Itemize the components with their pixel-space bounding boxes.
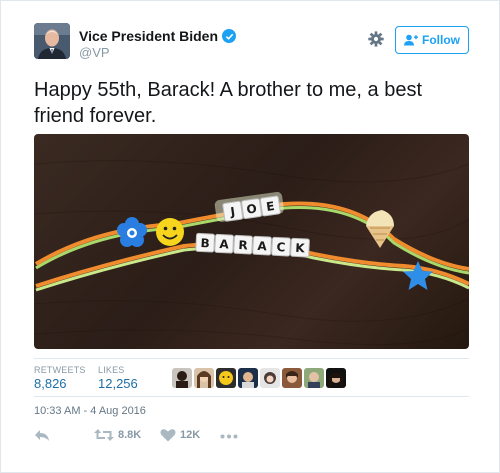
avatar-image: [34, 23, 70, 59]
liker-avatar[interactable]: [326, 368, 346, 388]
liker-avatar[interactable]: [238, 368, 258, 388]
bead-letter: A: [257, 239, 268, 254]
reply-icon: [35, 430, 49, 441]
liker-avatar[interactable]: [172, 368, 192, 388]
bead-letter: K: [295, 241, 306, 256]
liker-avatar[interactable]: [260, 368, 280, 388]
more-dots-icon: [220, 434, 238, 439]
display-name[interactable]: Vice President Biden: [79, 28, 218, 44]
bracelet-photo-image: J O E B A R A C K: [34, 160, 469, 346]
heart-icon: [160, 429, 176, 442]
retweets-count[interactable]: 8,826: [34, 376, 67, 391]
barack-beads: B A R A C K: [195, 232, 310, 258]
user-handle[interactable]: @VP: [79, 45, 110, 60]
retweet-button[interactable]: 8.8K: [94, 428, 141, 442]
flower-bead: [117, 217, 147, 247]
add-user-icon: [404, 34, 418, 46]
follow-button-label: Follow: [422, 33, 460, 47]
gear-icon[interactable]: [367, 30, 385, 48]
likes-label: LIKES: [98, 365, 125, 375]
bead-letter: A: [219, 237, 230, 252]
follow-button[interactable]: Follow: [395, 26, 469, 54]
cone-bead: [366, 210, 394, 248]
tweet-text: Happy 55th, Barack! A brother to me, a b…: [34, 79, 422, 127]
tweet-card: Vice President Biden @VP Follow Happy 55…: [0, 0, 500, 473]
liker-avatars: [172, 368, 346, 388]
like-button[interactable]: 12K: [160, 428, 200, 442]
liker-avatar[interactable]: [282, 368, 302, 388]
bead-letter: O: [246, 201, 258, 216]
liker-avatar[interactable]: [216, 368, 236, 388]
like-action-count: 12K: [180, 429, 201, 441]
reply-button[interactable]: [34, 428, 50, 442]
retweet-icon: [94, 429, 114, 441]
bead-letter: R: [238, 238, 248, 252]
tweet-actions: 8.8K 12K: [34, 428, 294, 446]
bead-letter: C: [276, 240, 286, 254]
liker-avatar[interactable]: [304, 368, 324, 388]
divider: [34, 358, 469, 359]
joe-beads: J O E: [214, 191, 284, 222]
tweet-timestamp[interactable]: 10:33 AM - 4 Aug 2016: [34, 405, 146, 417]
retweet-action-count: 8.8K: [118, 429, 142, 441]
more-button[interactable]: [220, 434, 238, 439]
smiley-bead: [156, 218, 184, 246]
avatar[interactable]: [34, 23, 70, 59]
likes-count[interactable]: 12,256: [98, 376, 138, 391]
retweets-label: RETWEETS: [34, 365, 86, 375]
liker-avatar[interactable]: [194, 368, 214, 388]
bead-letter: B: [200, 236, 210, 250]
user-name-row[interactable]: Vice President Biden: [79, 28, 237, 44]
divider: [34, 396, 469, 397]
tweet-photo[interactable]: J O E B A R A C K: [34, 134, 469, 349]
verified-badge-icon: [222, 29, 237, 43]
